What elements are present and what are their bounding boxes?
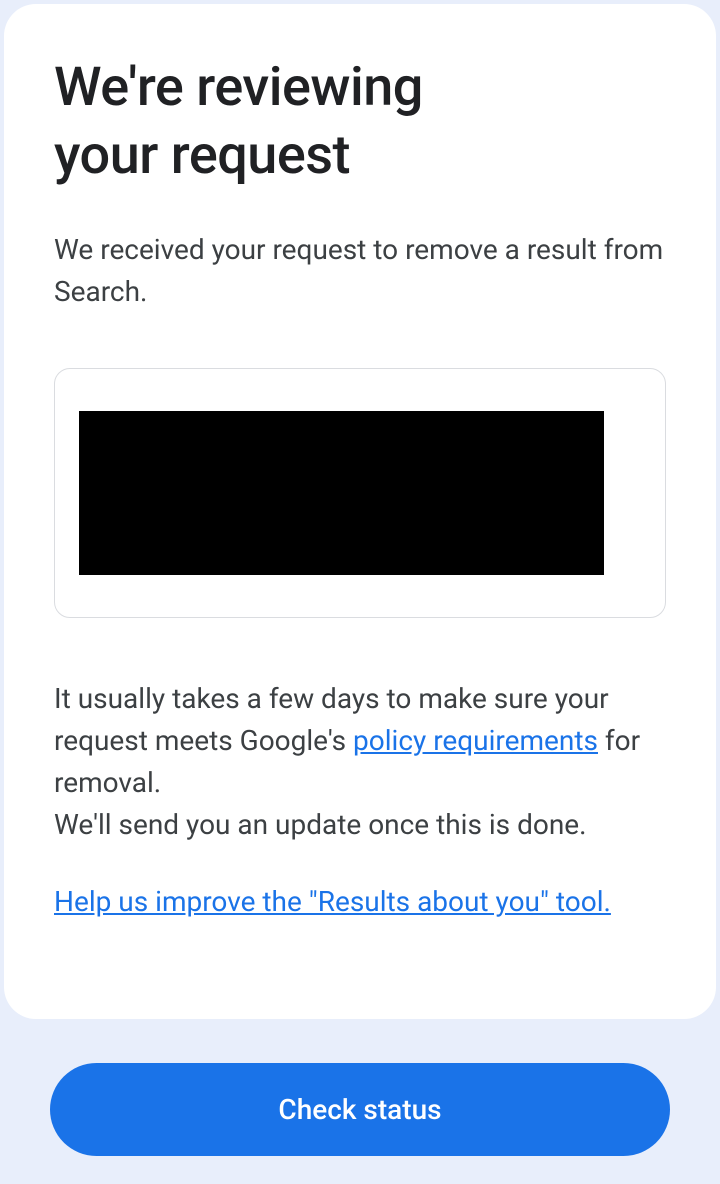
update-notice-text: We'll send you an update once this is do… [54,804,666,846]
intro-text: We received your request to remove a res… [54,229,666,313]
status-card: We're reviewing your request We received… [4,4,716,1019]
button-area: Check status [0,1023,720,1156]
page-title: We're reviewing your request [54,54,666,189]
heading-line-1: We're reviewing [54,56,423,119]
check-status-button[interactable]: Check status [50,1063,670,1156]
review-timeline-text: It usually takes a few days to make sure… [54,678,666,804]
policy-requirements-link[interactable]: policy requirements [353,724,598,757]
redacted-content [79,411,604,575]
heading-line-2: your request [54,124,350,187]
feedback-link[interactable]: Help us improve the "Results about you" … [54,881,611,923]
result-preview-box [54,368,666,618]
